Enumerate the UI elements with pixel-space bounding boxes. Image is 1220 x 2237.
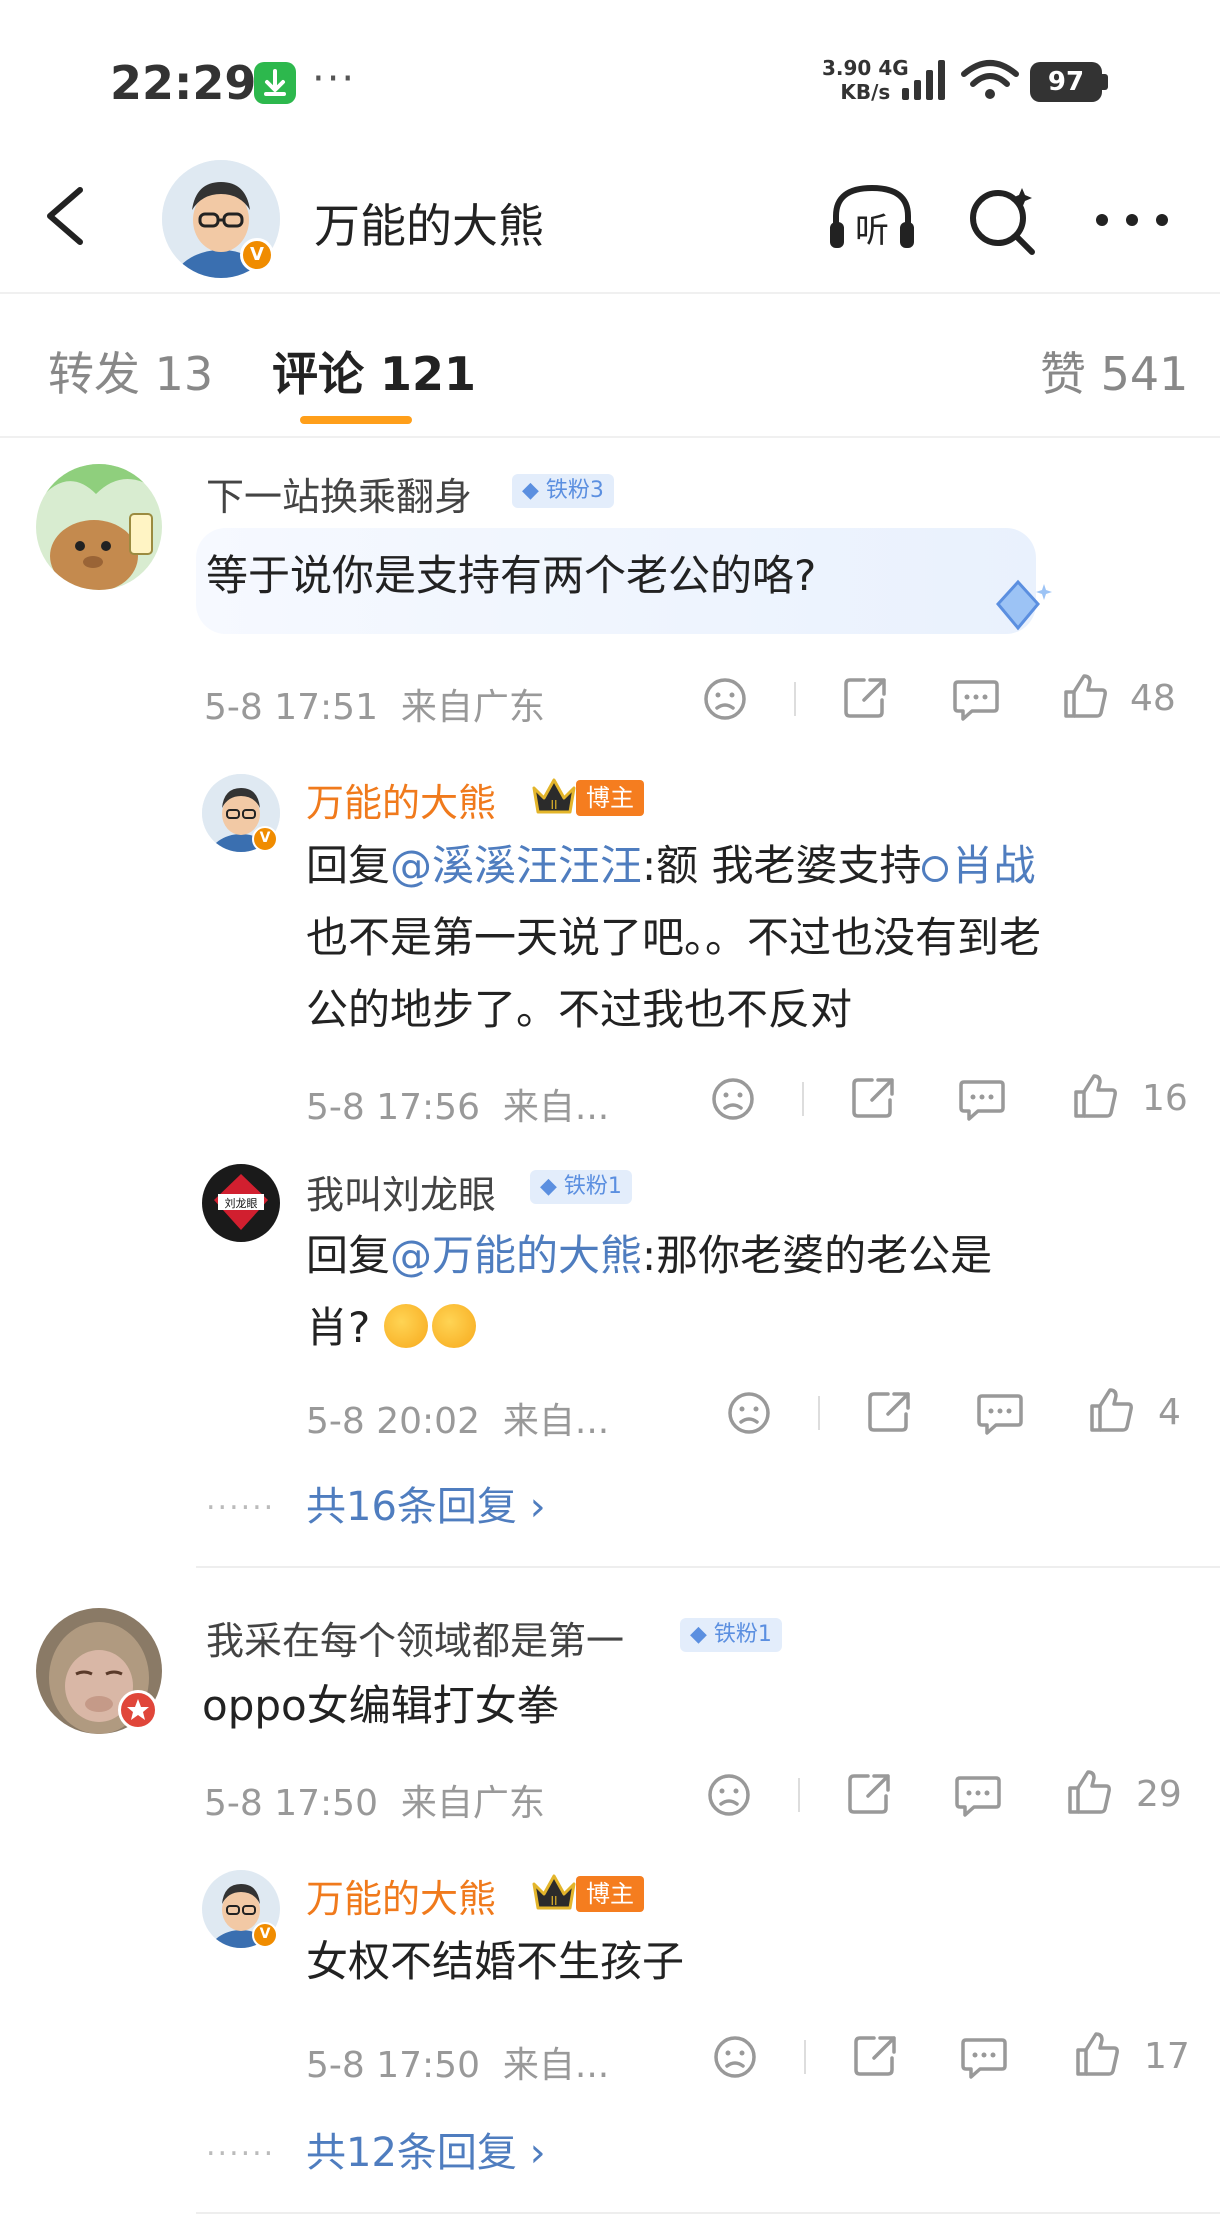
share-icon[interactable] (842, 674, 888, 724)
comment-text: oppo女编辑打女拳 (202, 1681, 559, 1730)
like-icon[interactable] (1072, 1072, 1118, 1124)
reply-username[interactable]: 万能的大熊 (306, 772, 496, 827)
like-count: 4 (1158, 1392, 1181, 1433)
like-icon[interactable] (1074, 2030, 1120, 2082)
emoji-icon (383, 1304, 428, 1348)
diamond-decoration-icon (984, 578, 1054, 642)
comment-meta: 5-8 17:51 来自广东 (204, 687, 545, 728)
mention-link[interactable]: @溪溪汪汪汪 (390, 841, 642, 890)
reply-icon[interactable] (960, 2034, 1008, 2084)
svg-text:听: 听 (855, 211, 889, 251)
reply-meta: 5-8 17:50 来自... (306, 2045, 610, 2086)
like-count: 16 (1142, 1078, 1188, 1119)
dislike-icon[interactable] (710, 1076, 756, 1126)
topic-link[interactable]: 肖战 (921, 841, 1036, 890)
like-count: 17 (1144, 2036, 1190, 2077)
battery-cap (1102, 74, 1108, 90)
chevron-right-icon: › (529, 1484, 546, 1530)
svg-text:II: II (550, 1894, 557, 1908)
share-icon[interactable] (846, 1770, 892, 1820)
emoji-icon (431, 1304, 476, 1348)
author-name[interactable]: 万能的大熊 (314, 190, 544, 256)
reply-username[interactable]: 万能的大熊 (306, 1868, 496, 1923)
reply-username[interactable]: 我叫刘龙眼 (306, 1164, 496, 1219)
comment-divider (196, 2212, 1220, 2214)
signal-icon (900, 58, 950, 106)
svg-text:刘龙眼: 刘龙眼 (225, 1197, 258, 1210)
comment-text: 等于说你是支持有两个老公的咯? (206, 551, 817, 600)
svg-text:II: II (550, 798, 557, 812)
crown-icon: II (530, 776, 578, 816)
like-icon[interactable] (1062, 672, 1108, 724)
network-speed: 3.90 4G KB/s (822, 56, 909, 104)
reply-text: 回复@万能的大熊:那你老婆的老公是 肖? (306, 1231, 993, 1352)
fan-badge: ◆ 铁粉3 (512, 474, 614, 508)
verified-badge: V (252, 1922, 278, 1948)
more-replies-leader: ...... (206, 1482, 276, 1517)
fan-badge: ◆ 铁粉1 (530, 1170, 632, 1204)
tab-likes[interactable]: 赞 541 (1040, 338, 1188, 404)
like-count: 29 (1136, 1774, 1182, 1815)
tab-comments[interactable]: 评论 121 (272, 338, 476, 404)
more-replies-leader: ...... (206, 2128, 276, 2163)
crown-icon: II (530, 1872, 578, 1912)
wifi-icon (960, 58, 1020, 106)
reply-avatar[interactable]: 刘龙眼 (202, 1164, 280, 1242)
reply-icon[interactable] (952, 676, 1000, 726)
blogger-tag: 博主 (576, 1876, 644, 1912)
more-replies-link[interactable]: 共12条回复 › (306, 2120, 546, 2178)
action-separator (798, 1778, 800, 1812)
comment-divider (196, 1566, 1220, 1568)
comment-username[interactable]: 我采在每个领域都是第一 (206, 1610, 624, 1665)
search-icon[interactable] (966, 184, 1040, 262)
tabs-divider (0, 436, 1220, 438)
reply-icon[interactable] (976, 1390, 1024, 1440)
chevron-right-icon: › (529, 2130, 546, 2176)
reply-icon[interactable] (954, 1772, 1002, 1822)
mention-link[interactable]: @万能的大熊 (390, 1231, 642, 1280)
action-separator (794, 682, 796, 716)
dislike-icon[interactable] (712, 2034, 758, 2084)
verified-badge: V (240, 238, 274, 272)
share-icon[interactable] (852, 2032, 898, 2082)
more-replies-link[interactable]: 共16条回复 › (306, 1474, 546, 1532)
comment-username[interactable]: 下一站换乘翻身 (206, 466, 472, 521)
active-tab-indicator (300, 416, 412, 424)
reply-meta: 5-8 17:56 来自... (306, 1087, 610, 1128)
reply-meta: 5-8 20:02 来自... (306, 1401, 610, 1442)
comment-meta: 5-8 17:50 来自广东 (204, 1783, 545, 1824)
blogger-tag: 博主 (576, 780, 644, 816)
status-more-indicator: ··· (312, 56, 357, 102)
status-time: 22:29 (110, 56, 257, 110)
topic-search-icon (921, 856, 948, 882)
reply-text: 回复@溪溪汪汪汪:额 我老婆支持 肖战 也不是第一天说了吧。。不过也没有到老 公的… (306, 841, 1042, 1034)
action-separator (818, 1396, 820, 1430)
dislike-icon[interactable] (702, 676, 748, 726)
share-icon[interactable] (866, 1388, 912, 1438)
listen-icon[interactable]: 听 (826, 182, 918, 258)
more-icon[interactable] (1092, 210, 1172, 234)
fan-badge: ◆ 铁粉1 (680, 1618, 782, 1652)
like-icon[interactable] (1088, 1386, 1134, 1438)
dislike-icon[interactable] (726, 1390, 772, 1440)
commenter-avatar[interactable] (36, 464, 162, 590)
share-icon[interactable] (850, 1074, 896, 1124)
reply-text: 女权不结婚不生孩子 (306, 1937, 685, 1986)
action-separator (804, 2040, 806, 2074)
action-separator (802, 1082, 804, 1116)
dislike-icon[interactable] (706, 1772, 752, 1822)
verified-badge: V (252, 826, 278, 852)
battery-indicator: 97 (1030, 62, 1102, 102)
tab-forward[interactable]: 转发 13 (48, 338, 213, 404)
vip-star-icon (118, 1690, 158, 1730)
header-divider (0, 292, 1220, 294)
back-icon[interactable] (40, 186, 90, 250)
like-count: 48 (1130, 678, 1176, 719)
download-icon (254, 62, 296, 104)
reply-icon[interactable] (958, 1076, 1006, 1126)
like-icon[interactable] (1066, 1768, 1112, 1820)
